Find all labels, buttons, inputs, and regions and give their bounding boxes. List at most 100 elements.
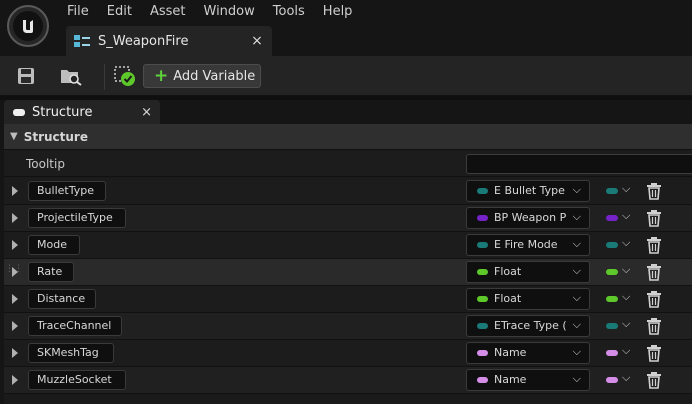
- expand-arrow-icon[interactable]: [12, 375, 18, 385]
- type-color-pill-icon: [477, 188, 488, 194]
- table-row: BulletType E Bullet Type ⌵ ⌵: [4, 178, 692, 205]
- container-type-icon[interactable]: [606, 269, 618, 275]
- trash-icon[interactable]: [646, 209, 662, 227]
- panel-tab-bar: Structure ×: [0, 100, 692, 124]
- validate-icon[interactable]: [112, 64, 138, 88]
- variable-type-label: Float: [494, 292, 522, 305]
- chevron-down-icon[interactable]: ⌵: [622, 317, 630, 331]
- variable-type-dropdown[interactable]: Float ⌵: [466, 261, 590, 283]
- panel-tab-label: Structure: [32, 104, 93, 120]
- variable-name-field[interactable]: TraceChannel: [28, 316, 122, 336]
- variable-type-dropdown[interactable]: Name ⌵: [466, 342, 590, 364]
- browse-icon[interactable]: [58, 64, 84, 88]
- trash-icon[interactable]: [646, 263, 662, 281]
- chevron-down-icon[interactable]: ⌵: [622, 263, 630, 277]
- table-row: ⋮⋮ Rate Float ⌵ ⌵: [4, 259, 692, 286]
- tooltip-label: Tooltip: [26, 157, 65, 171]
- variable-type-label: BP Weapon Pr: [494, 211, 566, 224]
- chevron-down-icon: ⌵: [572, 291, 581, 304]
- variable-name-field[interactable]: Mode: [28, 235, 80, 255]
- structure-asset-icon: [74, 34, 90, 48]
- collapse-caret-icon[interactable]: ▼: [10, 131, 18, 142]
- variable-name-field[interactable]: ProjectileType: [28, 208, 126, 228]
- variable-name-field[interactable]: Distance: [28, 289, 96, 309]
- tooltip-input[interactable]: [466, 154, 692, 174]
- expand-arrow-icon[interactable]: [12, 186, 18, 196]
- chevron-down-icon[interactable]: ⌵: [622, 344, 630, 358]
- variable-type-label: Name: [494, 346, 527, 359]
- unreal-logo-icon[interactable]: [7, 5, 49, 47]
- trash-icon[interactable]: [646, 236, 662, 254]
- menu-bar: File Edit Asset Window Tools Help: [58, 0, 361, 24]
- title-bar: File Edit Asset Window Tools Help S_Weap…: [0, 0, 692, 56]
- trash-icon[interactable]: [646, 182, 662, 200]
- container-type-icon[interactable]: [606, 188, 618, 194]
- variable-name-field[interactable]: Rate: [28, 262, 74, 282]
- container-type-icon[interactable]: [606, 296, 618, 302]
- menu-window[interactable]: Window: [195, 0, 264, 24]
- container-type-icon[interactable]: [606, 377, 618, 383]
- save-icon[interactable]: [13, 64, 39, 88]
- expand-arrow-icon[interactable]: [12, 321, 18, 331]
- expand-arrow-icon[interactable]: [12, 240, 18, 250]
- plus-icon: +: [154, 65, 169, 86]
- container-type-icon[interactable]: [606, 350, 618, 356]
- trash-icon[interactable]: [646, 371, 662, 389]
- expand-arrow-icon[interactable]: [12, 213, 18, 223]
- type-color-pill-icon: [477, 269, 488, 275]
- document-tab-label: S_WeaponFire: [98, 33, 189, 49]
- variable-type-dropdown[interactable]: Float ⌵: [466, 288, 590, 310]
- variable-type-label: Name: [494, 373, 527, 386]
- chevron-down-icon[interactable]: ⌵: [622, 236, 630, 250]
- table-row: SKMeshTag Name ⌵ ⌵: [4, 340, 692, 367]
- variable-type-label: Float: [494, 265, 522, 278]
- type-color-pill-icon: [477, 323, 488, 329]
- chevron-down-icon: ⌵: [572, 264, 581, 277]
- type-color-pill-icon: [477, 296, 488, 302]
- chevron-down-icon: ⌵: [572, 237, 581, 250]
- table-row: Distance Float ⌵ ⌵: [4, 286, 692, 313]
- type-color-pill-icon: [477, 350, 488, 356]
- chevron-down-icon[interactable]: ⌵: [622, 371, 630, 385]
- toolbar-divider: [104, 64, 105, 90]
- section-title: Structure: [23, 129, 88, 144]
- variable-name-field[interactable]: BulletType: [28, 181, 106, 201]
- close-icon[interactable]: ×: [141, 105, 152, 120]
- tooltip-row: Tooltip: [4, 151, 692, 177]
- variable-type-dropdown[interactable]: E Fire Mode ⌵: [466, 234, 590, 256]
- expand-arrow-icon[interactable]: [12, 267, 18, 277]
- trash-icon[interactable]: [646, 344, 662, 362]
- variable-name-field[interactable]: MuzzleSocket: [28, 370, 126, 390]
- table-row: Mode E Fire Mode ⌵ ⌵: [4, 232, 692, 259]
- chevron-down-icon[interactable]: ⌵: [622, 209, 630, 223]
- variable-type-dropdown[interactable]: BP Weapon Pr ⌵: [466, 207, 590, 229]
- variable-type-dropdown[interactable]: E Bullet Type ⌵: [466, 180, 590, 202]
- chevron-down-icon: ⌵: [572, 345, 581, 358]
- trash-icon[interactable]: [646, 290, 662, 308]
- menu-asset[interactable]: Asset: [141, 0, 195, 24]
- expand-arrow-icon[interactable]: [12, 294, 18, 304]
- container-type-icon[interactable]: [606, 215, 618, 221]
- container-type-icon[interactable]: [606, 242, 618, 248]
- section-header[interactable]: ▼ Structure: [4, 124, 692, 150]
- type-color-pill-icon: [477, 242, 488, 248]
- container-type-icon[interactable]: [606, 323, 618, 329]
- menu-help[interactable]: Help: [314, 0, 362, 24]
- variable-type-dropdown[interactable]: ETrace Type (⌵: [466, 315, 590, 337]
- add-variable-button[interactable]: + Add Variable: [143, 64, 261, 88]
- menu-edit[interactable]: Edit: [98, 0, 141, 24]
- variable-type-dropdown[interactable]: Name ⌵: [466, 369, 590, 391]
- trash-icon[interactable]: [646, 317, 662, 335]
- table-row: MuzzleSocket Name ⌵ ⌵: [4, 367, 692, 394]
- menu-file[interactable]: File: [58, 0, 98, 24]
- tab-structure[interactable]: Structure ×: [4, 100, 160, 124]
- document-tab[interactable]: S_WeaponFire ×: [66, 26, 272, 56]
- expand-arrow-icon[interactable]: [12, 348, 18, 358]
- type-color-pill-icon: [477, 377, 488, 383]
- menu-tools[interactable]: Tools: [264, 0, 314, 24]
- chevron-down-icon[interactable]: ⌵: [622, 290, 630, 304]
- chevron-down-icon[interactable]: ⌵: [622, 182, 630, 196]
- variable-name-field[interactable]: SKMeshTag: [28, 343, 114, 363]
- close-icon[interactable]: ×: [248, 33, 266, 49]
- variable-type-label: ETrace Type (: [494, 319, 566, 332]
